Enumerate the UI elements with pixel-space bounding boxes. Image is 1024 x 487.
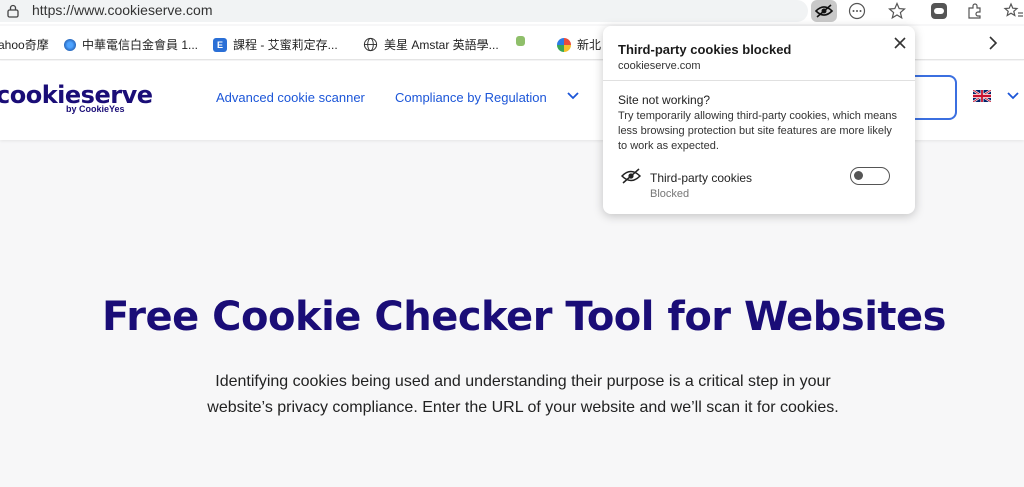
logo-sub: by CookieYes xyxy=(66,104,125,114)
divider xyxy=(603,80,915,81)
bookmark-label: 新北 xyxy=(577,38,602,52)
toggle-knob xyxy=(854,171,863,180)
bookmark-green[interactable] xyxy=(516,36,531,46)
third-party-cookies-toggle[interactable] xyxy=(850,167,890,185)
bookmark-green-icon xyxy=(516,36,525,46)
bookmark-label: 課程 - 艾蜜莉定存... xyxy=(233,38,338,52)
chevron-down-icon[interactable] xyxy=(566,91,580,101)
hero-title: Free Cookie Checker Tool for Websites xyxy=(102,294,946,340)
hero-description: Identifying cookies being used and under… xyxy=(207,373,839,416)
popup-question: Site not working? xyxy=(618,93,711,107)
bookmark-newtaipei[interactable]: 新北 xyxy=(557,36,601,53)
cookies-status: Blocked xyxy=(650,188,690,200)
cht-icon xyxy=(64,38,76,51)
eye-slash-icon xyxy=(621,168,641,184)
url-text[interactable]: https://www.cookieserve.com xyxy=(32,2,213,18)
third-party-cookies-label: Third-party cookies xyxy=(650,171,753,185)
bookmark-cht[interactable]: 中華電信白金會員 1... xyxy=(64,36,198,53)
third-party-cookies-popup: Third-party cookies blocked cookieserve.… xyxy=(603,26,915,214)
tracking-eye-icon[interactable] xyxy=(811,0,837,22)
nav-advanced-scanner[interactable]: Advanced cookie scanner xyxy=(216,90,365,105)
bookmark-label: ahoo奇摩 xyxy=(0,38,49,52)
bookmark-label: 中華電信白金會員 1... xyxy=(82,38,199,52)
bookmark-course[interactable]: E 課程 - 艾蜜莉定存... xyxy=(213,36,338,53)
line-extension-icon[interactable] xyxy=(926,0,952,22)
close-icon[interactable] xyxy=(891,34,909,52)
more-options-icon[interactable] xyxy=(844,0,870,22)
favorite-star-icon[interactable] xyxy=(884,0,910,22)
favorites-list-icon[interactable] xyxy=(1000,0,1024,22)
language-chevron-down-icon[interactable] xyxy=(1006,91,1020,101)
uk-flag-icon[interactable] xyxy=(973,90,991,102)
nav-compliance[interactable]: Compliance by Regulation xyxy=(395,90,547,105)
bookmark-amstar[interactable]: 美星 Amstar 英語學... xyxy=(363,36,499,53)
lock-icon[interactable] xyxy=(7,4,19,18)
newtaipei-icon xyxy=(557,37,571,52)
bookmark-yahoo[interactable]: ahoo奇摩 xyxy=(0,36,49,53)
course-icon: E xyxy=(213,37,227,52)
popup-domain: cookieserve.com xyxy=(618,60,701,72)
browser-toolbar: https://www.cookieserve.com xyxy=(0,0,1024,24)
chevron-right-icon[interactable] xyxy=(988,36,998,50)
address-bar[interactable]: https://www.cookieserve.com xyxy=(0,0,837,22)
extensions-puzzle-icon[interactable] xyxy=(962,0,988,22)
globe-icon xyxy=(363,37,378,52)
popup-title: Third-party cookies blocked xyxy=(618,42,792,57)
bookmark-label: 美星 Amstar 英語學... xyxy=(384,38,499,52)
popup-description: Try temporarily allowing third-party coo… xyxy=(618,110,897,152)
